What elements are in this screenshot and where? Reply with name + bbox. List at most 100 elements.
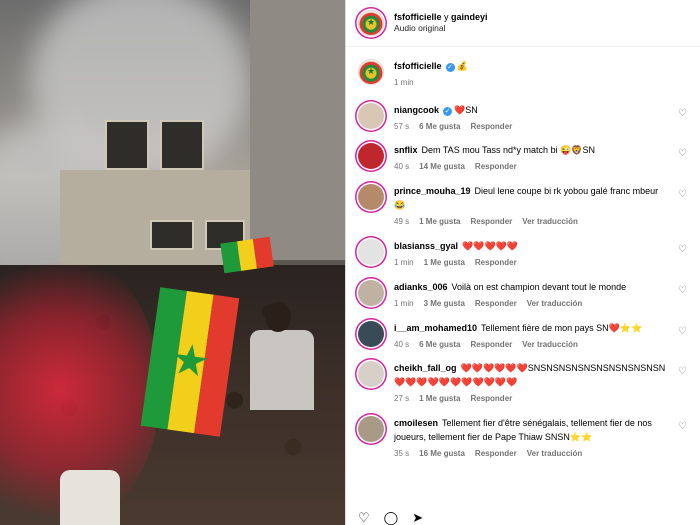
comment-text: blasianss_gyal ❤️❤️❤️❤️❤️	[394, 239, 666, 253]
comment-item: blasianss_gyal ❤️❤️❤️❤️❤️ 1 min 1 Me gusta R…	[358, 239, 688, 267]
comment-body: cmoilesen Tellement fier d'être sénégalai…	[394, 416, 666, 458]
heart-outline-icon[interactable]: ♡	[678, 245, 688, 255]
caption-username[interactable]: fsfofficielle	[394, 61, 442, 71]
comment-text: cmoilesen Tellement fier d'être sénégalai…	[394, 416, 666, 444]
commenter-avatar[interactable]	[358, 416, 384, 442]
heart-outline-icon[interactable]: ♡	[678, 109, 688, 119]
action-bar: ♡ ◯ ➤	[346, 511, 700, 525]
comment-text: i__am_mohamed10 Tellement fière de mon pa…	[394, 321, 666, 335]
comment-body: niangcook ✓ ❤️SN 57 s 6 Me gusta Responder	[394, 103, 666, 131]
comment-time: 27 s	[394, 394, 410, 403]
reply-button[interactable]: Responder	[470, 394, 512, 403]
commenter-avatar[interactable]	[358, 321, 384, 347]
comment-time: 49 s	[394, 217, 410, 226]
comments-container: niangcook ✓ ❤️SN 57 s 6 Me gusta Responder ♡ sn…	[358, 103, 688, 458]
commenter-avatar[interactable]	[358, 239, 384, 265]
heart-outline-icon[interactable]: ♡	[678, 149, 688, 159]
comment-meta: 1 min 1 Me gusta Responder	[394, 258, 666, 267]
translate-button[interactable]: Ver traducción	[527, 299, 583, 308]
post-meta: fsfofficielle y gaindeyi Audio original	[394, 11, 488, 35]
heart-outline-icon[interactable]: ♡	[678, 286, 688, 296]
comment-item: i__am_mohamed10 Tellement fière de mon pa…	[358, 321, 688, 349]
post-header: fsfofficielle y gaindeyi Audio original	[346, 0, 700, 47]
post-authors: fsfofficielle y gaindeyi	[394, 11, 488, 23]
comment-username[interactable]: niangcook	[394, 105, 439, 115]
commenter-avatar[interactable]	[358, 280, 384, 306]
comment-time: 40 s	[394, 162, 410, 171]
comment-meta: 1 min 3 Me gusta Responder Ver traducción	[394, 299, 666, 308]
comment-list[interactable]: fsfofficielle✓💰 1 min niangcook✓❤️SN57 s…	[346, 47, 700, 511]
caption-avatar[interactable]	[358, 59, 384, 85]
comment-item: adianks_006 Voilà on est champion devant …	[358, 280, 688, 308]
reply-button[interactable]: Responder	[475, 258, 517, 267]
comment-text: snflix Dem TAS mou Tass nd*y match bi 😜🦁S…	[394, 143, 666, 157]
comment-time: 1 min	[394, 299, 414, 308]
comment-text: adianks_006 Voilà on est champion devant …	[394, 280, 666, 294]
heart-outline-icon[interactable]: ♡	[678, 190, 688, 200]
caption-body: fsfofficielle ✓ 💰 1 min	[394, 59, 666, 87]
comment-likes-count[interactable]: 6 Me gusta	[419, 122, 460, 131]
reply-button[interactable]: Responder	[475, 449, 517, 458]
author-secondary-link[interactable]: gaindeyi	[451, 12, 488, 22]
author-avatar[interactable]	[358, 10, 384, 36]
reply-button[interactable]: Responder	[470, 340, 512, 349]
translate-button[interactable]: Ver traducción	[522, 340, 578, 349]
comment-content: Voilà on est champion devant tout le mon…	[451, 282, 627, 292]
verified-icon: ✓	[443, 107, 453, 116]
commenter-avatar[interactable]	[358, 184, 384, 210]
comment-likes-count[interactable]: 16 Me gusta	[419, 449, 465, 458]
comment-username[interactable]: adianks_006	[394, 282, 448, 292]
translate-button[interactable]: Ver traducción	[527, 449, 583, 458]
comment-likes-count[interactable]: 3 Me gusta	[424, 299, 465, 308]
window	[160, 120, 204, 170]
comment-likes-count[interactable]: 1 Me gusta	[424, 258, 465, 267]
heart-outline-icon[interactable]: ♡	[678, 327, 688, 337]
person	[250, 330, 314, 410]
reply-button[interactable]: Responder	[475, 299, 517, 308]
comment-body: adianks_006 Voilà on est champion devant …	[394, 280, 666, 308]
comment-content: Dem TAS mou Tass nd*y match bi 😜🦁SN	[421, 145, 595, 155]
comment-item: cmoilesen Tellement fier d'être sénégalai…	[358, 416, 688, 458]
verified-icon: ✓	[445, 63, 455, 72]
comment-meta: 27 s 1 Me gusta Responder	[394, 394, 666, 403]
post-viewer: fsfofficielle y gaindeyi Audio original …	[0, 0, 700, 525]
reply-button[interactable]: Responder	[470, 122, 512, 131]
comment-username[interactable]: cmoilesen	[394, 418, 438, 428]
reply-button[interactable]: Responder	[470, 217, 512, 226]
comment-likes-count[interactable]: 1 Me gusta	[419, 394, 460, 403]
comment-likes-count[interactable]: 6 Me gusta	[419, 340, 460, 349]
author-separator: y	[444, 12, 449, 23]
comment-text: cheikh_fall_og ❤️❤️❤️❤️❤️❤️SNSNSNSNSNSNSN…	[394, 361, 666, 389]
audio-link[interactable]: Audio original	[394, 23, 488, 34]
comment-time: 57 s	[394, 122, 410, 131]
translate-button[interactable]: Ver traducción	[522, 217, 578, 226]
comment-content: ❤️SN	[454, 105, 478, 115]
person-head	[265, 302, 291, 332]
comment-item: snflix Dem TAS mou Tass nd*y match bi 😜🦁S…	[358, 143, 688, 171]
reply-button[interactable]: Responder	[475, 162, 517, 171]
comment-likes-count[interactable]: 14 Me gusta	[419, 162, 465, 171]
author-primary-link[interactable]: fsfofficielle	[394, 12, 442, 22]
share-icon[interactable]: ➤	[412, 511, 423, 525]
comment-meta: 40 s 6 Me gusta Responder Ver traducción	[394, 340, 666, 349]
comment-body: i__am_mohamed10 Tellement fière de mon pa…	[394, 321, 666, 349]
heart-outline-icon[interactable]: ♡	[358, 511, 370, 525]
comment-username[interactable]: i__am_mohamed10	[394, 323, 477, 333]
caption-text: fsfofficielle ✓ 💰	[394, 59, 666, 73]
heart-outline-icon[interactable]: ♡	[678, 367, 688, 377]
caption-body-text: 💰	[456, 61, 468, 71]
comment-time: 35 s	[394, 449, 410, 458]
post-video[interactable]	[0, 0, 345, 525]
commenter-avatar[interactable]	[358, 361, 384, 387]
heart-outline-icon[interactable]: ♡	[678, 422, 688, 432]
comment-icon[interactable]: ◯	[384, 511, 399, 525]
commenter-avatar[interactable]	[358, 143, 384, 169]
comment-likes-count[interactable]: 1 Me gusta	[419, 217, 460, 226]
comment-username[interactable]: cheikh_fall_og	[394, 363, 457, 373]
commenter-avatar[interactable]	[358, 103, 384, 129]
person	[60, 470, 120, 525]
comment-username[interactable]: prince_mouha_19	[394, 186, 471, 196]
comment-username[interactable]: blasianss_gyal	[394, 241, 458, 251]
comment-username[interactable]: snflix	[394, 145, 418, 155]
comment-item: niangcook ✓ ❤️SN 57 s 6 Me gusta Responder ♡	[358, 103, 688, 131]
